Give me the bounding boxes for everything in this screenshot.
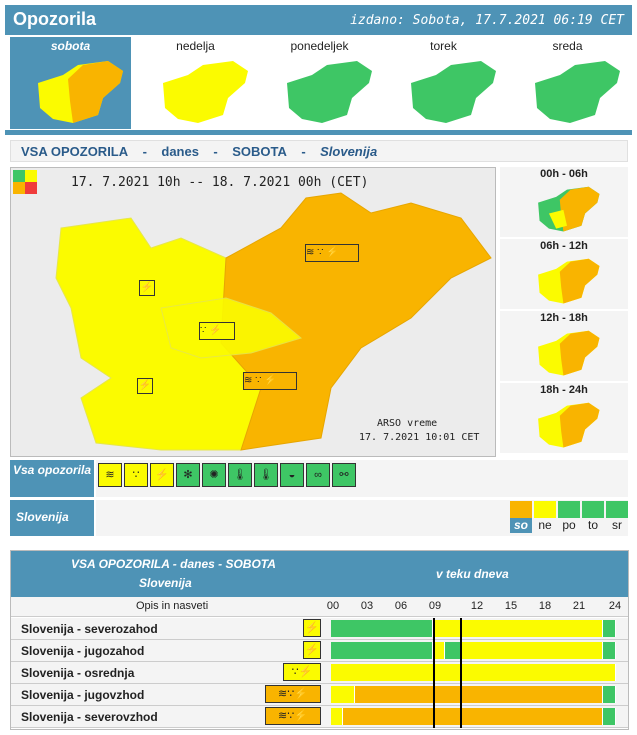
legend-color [534, 501, 556, 518]
slot-12-18[interactable]: 12h - 18h [500, 311, 628, 381]
mini-map [411, 61, 496, 123]
tab-day-sobota[interactable]: sobota [10, 37, 131, 129]
legend-day-sr[interactable]: sr [606, 518, 628, 533]
legend-day-ne[interactable]: ne [534, 518, 556, 533]
mini-map [287, 61, 372, 123]
mini-map [163, 61, 248, 123]
wind-icon[interactable]: ≋ [98, 463, 122, 487]
slot-00-06[interactable]: 00h - 06h [500, 167, 628, 237]
snow-icon[interactable]: ✻ [176, 463, 200, 487]
region-label: Slovenija [10, 500, 94, 536]
divider [5, 130, 632, 135]
slot-06-12[interactable]: 06h - 12h [500, 239, 628, 309]
tab-label: torek [430, 39, 457, 53]
thunderstorm-icon: ⚡ [303, 619, 321, 637]
table-row[interactable]: Slovenija - jugovzhod ≋∵⚡ [11, 684, 628, 706]
fog-icon[interactable]: ∞ [306, 463, 330, 487]
mini-map [38, 61, 123, 123]
tab-label: sobota [50, 39, 91, 53]
legend-day-to[interactable]: to [582, 518, 604, 533]
ice-icon[interactable]: ✺ [202, 463, 226, 487]
tab-label: ponedeljek [290, 39, 349, 53]
table-row[interactable]: Slovenija - severozahod ⚡ [11, 618, 628, 640]
timeline [331, 664, 616, 681]
map-credit: ARSO vreme [377, 418, 438, 429]
slovenia-regions [55, 192, 492, 451]
current-time-marker [460, 618, 462, 728]
table-subheader: Opis in nasveti 00 03 06 09 12 15 18 21 … [11, 597, 628, 617]
tab-day-nedelja[interactable]: nedelja [135, 37, 256, 129]
mini-map [538, 186, 600, 232]
timeline-marker [433, 618, 435, 728]
mini-map [538, 402, 600, 448]
legend-color [606, 501, 628, 518]
warnings-table: VSA OPOZORILA - danes - SOBOTA Slovenija… [10, 550, 629, 730]
warning-icons: ∵⚡ [283, 663, 321, 681]
legend-color [582, 501, 604, 518]
day-legend: so ne po to sr [96, 500, 628, 536]
timeline-title: v teku dneva [436, 567, 509, 581]
slot-18-24[interactable]: 18h - 24h [500, 383, 628, 453]
mini-map [538, 258, 600, 304]
tab-day-ponedeljek[interactable]: ponedeljek [259, 37, 380, 129]
tab-day-sreda[interactable]: sreda [507, 37, 628, 129]
table-title: VSA OPOZORILA - danes - SOBOTA [71, 557, 276, 571]
warning-icons-center: ∵ ⚡ [199, 322, 235, 340]
thunderstorm-icon[interactable]: ⚡ [150, 463, 174, 487]
thunderstorm-icon: ⚡ [139, 280, 155, 296]
warning-icons-ne: ≋ ∵ ⚡ [305, 244, 359, 262]
mini-map [535, 61, 620, 123]
warning-icons-se: ≋ ∵ ⚡ [243, 372, 297, 390]
tab-day-torek[interactable]: torek [383, 37, 504, 129]
legend-color [510, 501, 532, 518]
desc-header: Opis in nasveti [136, 600, 209, 612]
table-row[interactable]: Slovenija - severovzhod ≋∵⚡ [11, 706, 628, 728]
table-row[interactable]: Slovenija - osrednja ∵⚡ [11, 662, 628, 684]
thunderstorm-icon: ⚡ [303, 641, 321, 659]
legend-day-po[interactable]: po [558, 518, 580, 533]
table-row[interactable]: Slovenija - jugozahod ⚡ [11, 640, 628, 662]
page-header: Opozorila izdano: Sobota, 17.7.2021 06:1… [5, 5, 632, 35]
table-header: VSA OPOZORILA - danes - SOBOTA Slovenija… [11, 551, 628, 597]
legend-color [558, 501, 580, 518]
timeline [331, 620, 616, 637]
section-title: VSA OPOZORILA - danes - SOBOTA - Sloveni… [10, 140, 628, 162]
thunderstorm-icon: ⚡ [137, 378, 153, 394]
timeline [331, 686, 616, 703]
mini-map [538, 330, 600, 376]
timeline [331, 708, 616, 725]
filter-label: Vsa opozorila [10, 460, 94, 497]
high-temperature-icon[interactable]: 🌡 [228, 463, 252, 487]
tab-label: sreda [552, 39, 583, 53]
issued-date: izdano: Sobota, 17.7.2021 06:19 CET [350, 13, 624, 28]
table-subtitle: Slovenija [139, 576, 192, 590]
legend-day-so[interactable]: so [510, 518, 532, 533]
map-timestamp: 17. 7.2021 10:01 CET [359, 432, 480, 443]
filter-icons: ≋ ∵ ⚡ ✻ ✺ 🌡 🌡 ◒ ∞ ⚯ [96, 460, 628, 497]
fire-icon[interactable]: ⚯ [332, 463, 356, 487]
warning-icons: ≋∵⚡ [265, 685, 321, 703]
coastal-icon[interactable]: ◒ [280, 463, 304, 487]
rain-icon[interactable]: ∵ [124, 463, 148, 487]
tab-label: nedelja [176, 39, 215, 53]
warning-map[interactable]: 17. 7.2021 10h -- 18. 7.2021 00h (CET) ⚡… [10, 167, 496, 457]
warning-icons: ≋∵⚡ [265, 707, 321, 725]
page-title: Opozorila [13, 9, 97, 29]
timeline [331, 642, 616, 659]
low-temperature-icon[interactable]: 🌡 [254, 463, 278, 487]
